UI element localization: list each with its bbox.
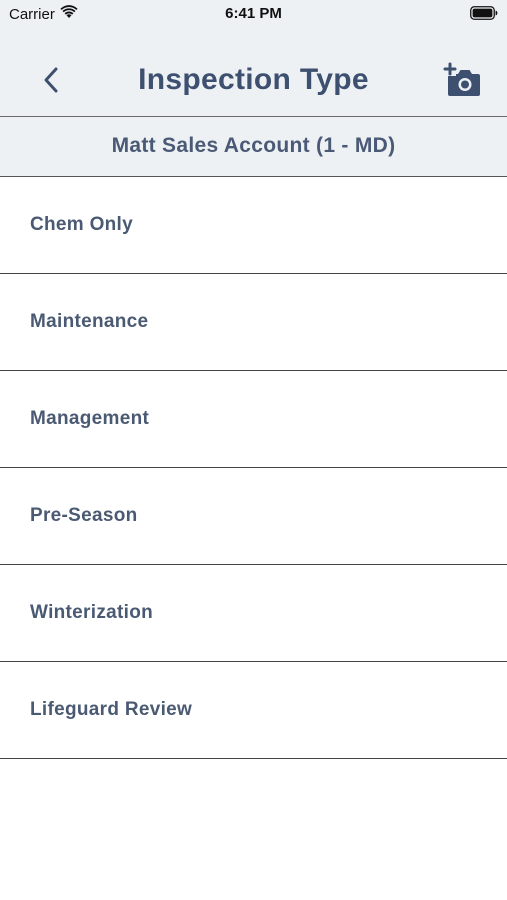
status-bar: Carrier 6:41 PM	[0, 0, 507, 28]
account-name: Matt Sales Account (1 - MD)	[111, 134, 396, 157]
page-title: Inspection Type	[138, 63, 369, 96]
list-item-management[interactable]: Management	[0, 371, 507, 468]
list-item-label: Winterization	[30, 602, 154, 623]
list-item-maintenance[interactable]: Maintenance	[0, 274, 507, 371]
list-item-label: Maintenance	[30, 311, 149, 332]
battery-icon	[470, 6, 498, 24]
top-bar: Carrier 6:41 PM Inspection Type	[0, 0, 507, 117]
list-item-lifeguard-review[interactable]: Lifeguard Review	[0, 662, 507, 759]
status-time: 6:41 PM	[225, 5, 282, 22]
add-photo-camera-icon	[443, 62, 480, 96]
list-item-winterization[interactable]: Winterization	[0, 565, 507, 662]
inspection-type-list: Chem Only Maintenance Management Pre-Sea…	[0, 177, 507, 759]
account-header: Matt Sales Account (1 - MD)	[0, 117, 507, 177]
navigation-bar: Inspection Type	[0, 46, 507, 116]
add-photo-button[interactable]	[440, 60, 484, 100]
list-item-label: Management	[30, 408, 150, 429]
list-item-pre-season[interactable]: Pre-Season	[0, 468, 507, 565]
list-item-label: Lifeguard Review	[30, 699, 193, 720]
list-item-chem-only[interactable]: Chem Only	[0, 177, 507, 274]
list-item-label: Pre-Season	[30, 505, 138, 526]
list-item-label: Chem Only	[30, 214, 133, 235]
